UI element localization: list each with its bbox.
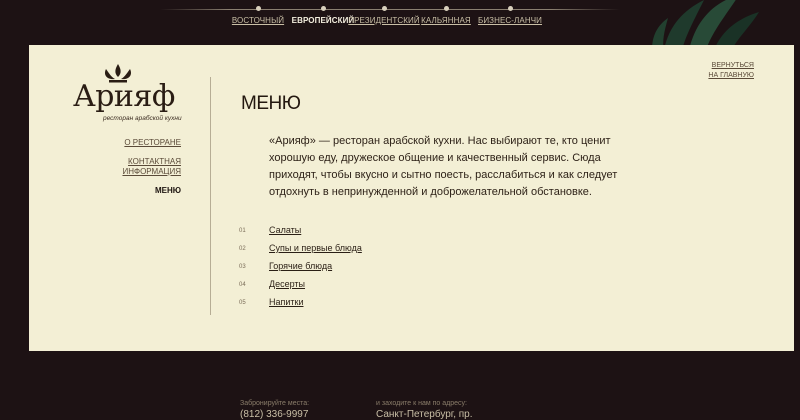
logo-tagline: ресторан арабской кухни <box>103 115 182 122</box>
nav-dot-icon <box>507 6 513 11</box>
nav-dot-icon <box>443 6 449 11</box>
nav-dot-icon <box>255 6 261 11</box>
footer-reserve: Забронируйте места: (812) 336-9997 <box>240 400 309 420</box>
sidenav-item-menu: МЕНЮ <box>154 186 181 195</box>
reserve-phone: (812) 336-9997 <box>240 409 309 420</box>
nav-item-label: ВОСТОЧНЫЙ <box>231 16 285 25</box>
sidenav-item-contacts[interactable]: КОНТАКТНАЯ ИНФОРМАЦИЯ <box>69 157 181 177</box>
decorative-leaf-icon <box>652 0 759 50</box>
nav-dot-icon <box>320 6 326 11</box>
top-navigation: ВОСТОЧНЫЙ ЕВРОПЕЙСКИЙ ПРЕЗИДЕНТСКИЙ КАЛЬ… <box>0 0 800 50</box>
side-navigation: О РЕСТОРАНЕ КОНТАКТНАЯ ИНФОРМАЦИЯ МЕНЮ <box>69 138 181 205</box>
menu-link-drinks[interactable]: Напитки <box>269 297 304 307</box>
menu-link-hot-dishes[interactable]: Горячие блюда <box>269 261 332 271</box>
nav-item-business-lunch[interactable]: БИЗНЕС-ЛАНЧИ <box>465 6 555 25</box>
menu-link-soups[interactable]: Супы и первые блюда <box>269 243 362 253</box>
nav-item-label: КАЛЬЯННАЯ <box>421 16 471 25</box>
menu-link-desserts[interactable]: Десерты <box>269 279 305 289</box>
item-number: 01 <box>239 228 246 234</box>
item-number: 05 <box>239 300 246 306</box>
item-number: 02 <box>239 246 246 252</box>
sidenav-item-about[interactable]: О РЕСТОРАНЕ <box>69 138 181 148</box>
item-number: 04 <box>239 282 246 288</box>
address-value: Санкт-Петербург, пр. <box>376 409 473 420</box>
content-panel: Арияф ресторан арабской кухни О РЕСТОРАН… <box>29 45 794 351</box>
logo-wordmark: Арияф <box>73 79 175 114</box>
nav-item-label: БИЗНЕС-ЛАНЧИ <box>477 16 543 25</box>
intro-paragraph: «Арияф» — ресторан арабской кухни. Нас в… <box>269 135 618 198</box>
back-link-line2: НА ГЛАВНУЮ <box>708 72 754 79</box>
footer: Забронируйте места: (812) 336-9997 и зах… <box>0 351 800 420</box>
footer-address: и заходите к нам по адресу: Санкт-Петерб… <box>376 400 473 420</box>
menu-link-salads[interactable]: Салаты <box>269 225 301 235</box>
vertical-divider <box>210 77 211 315</box>
item-number: 03 <box>239 264 246 270</box>
address-label: и заходите к нам по адресу: <box>376 400 467 407</box>
nav-dot-icon <box>381 6 387 11</box>
reserve-label: Забронируйте места: <box>240 400 310 407</box>
back-to-home-link[interactable]: ВЕРНУТЬСЯ НА ГЛАВНУЮ <box>708 61 754 81</box>
logo[interactable]: Арияф ресторан арабской кухни <box>73 63 193 125</box>
page-title: МЕНЮ <box>241 93 301 114</box>
back-link-line1: ВЕРНУТЬСЯ <box>711 62 754 69</box>
